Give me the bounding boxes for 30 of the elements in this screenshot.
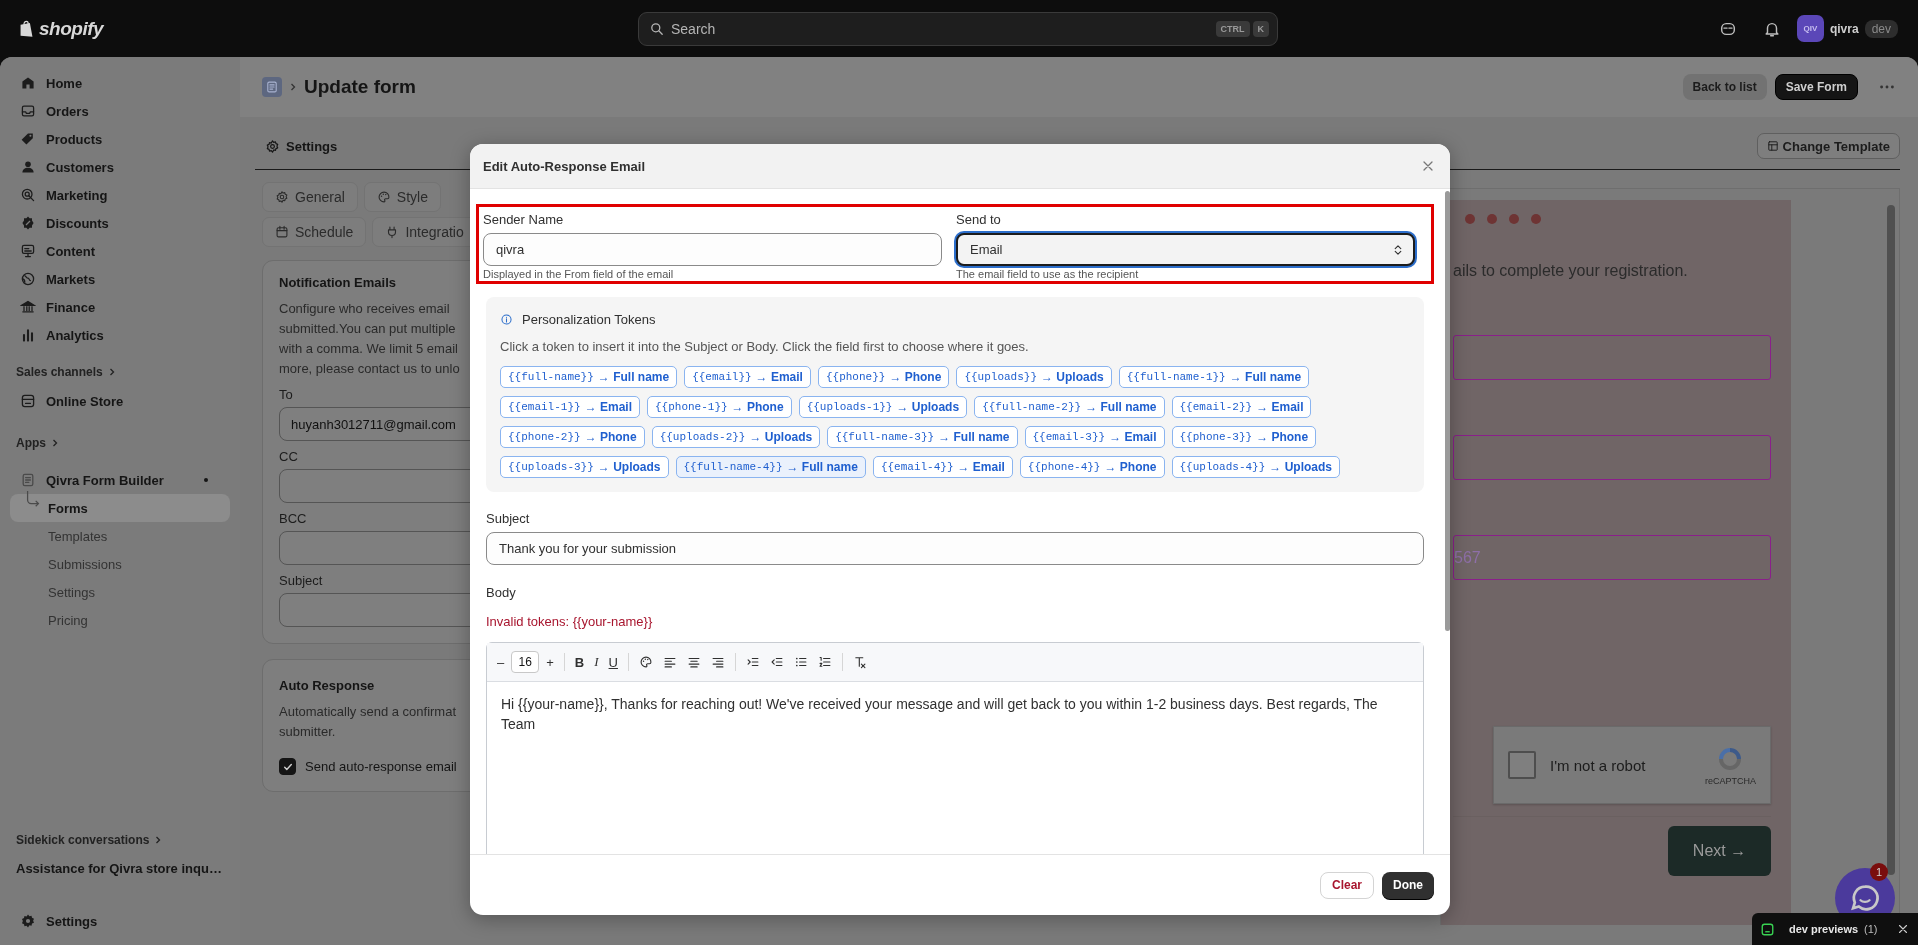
field-label: Send to	[956, 210, 1002, 229]
field-label: Body	[486, 583, 517, 602]
field-label: Subject	[279, 573, 323, 588]
description-text: more, please contact us to unlo	[279, 360, 460, 378]
page-title: Update form	[304, 76, 416, 98]
card-title: Auto Response	[279, 678, 375, 693]
description-text: submitter.	[279, 723, 336, 741]
checkbox-label: Send auto-response email	[305, 759, 457, 774]
shortcut-key: CTRL	[1215, 20, 1250, 37]
panel-description: Click a token to insert it into the Subject or Body. Click the field first to choose where it goes.	[500, 339, 1030, 354]
field-label: To	[279, 387, 293, 402]
description-text: submitted.You can put multiple	[279, 320, 456, 338]
shortcut-key: K	[1252, 20, 1269, 37]
dialog-title: Edit Auto-Response Email	[483, 158, 646, 174]
description-text: Configure who receives email	[279, 300, 450, 318]
field-label: BCC	[279, 511, 307, 526]
field-label: CC	[279, 449, 298, 464]
card-title: Notification Emails	[279, 275, 397, 290]
description-text: Automatically send a confirmat	[279, 703, 457, 721]
field-label: Sender Name	[483, 210, 565, 229]
help-text: Displayed in the From field of the email	[483, 268, 675, 280]
captcha-label: I'm not a robot	[1550, 756, 1647, 774]
description-text: with a comma. We limit 5 email	[279, 340, 458, 358]
panel-title: Personalization Tokens	[522, 312, 656, 327]
error-text: Invalid tokens: {{your-name}}	[486, 614, 654, 629]
help-text: The email field to use as the recipient	[956, 268, 1140, 280]
captcha-brand: reCAPTCHA	[1705, 776, 1756, 786]
store-badge: dev	[1864, 19, 1898, 38]
form-intro-text: ails to complete your registration.	[1453, 262, 1689, 280]
field-label: Subject	[486, 509, 531, 528]
